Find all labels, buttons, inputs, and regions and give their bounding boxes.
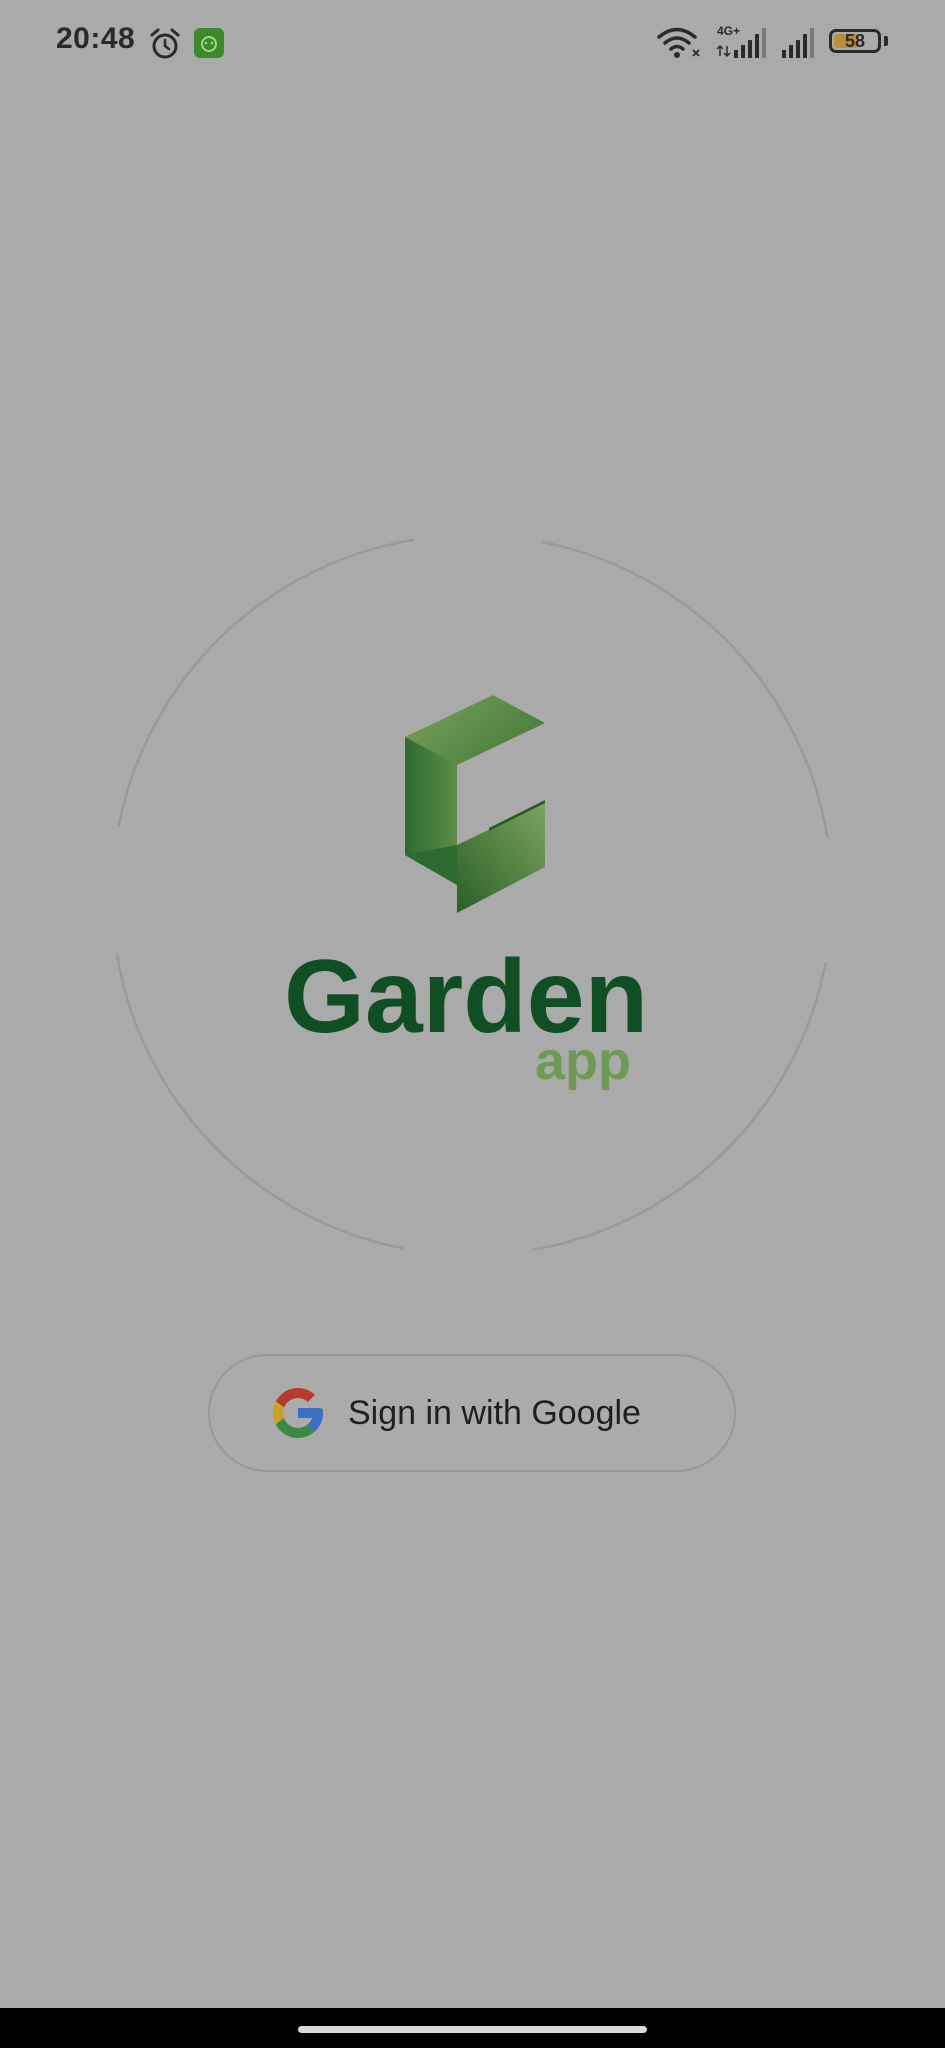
navigation-bar <box>0 2008 945 2048</box>
google-logo-icon <box>273 1388 323 1438</box>
sign-in-label: Sign in with Google <box>348 1394 641 1432</box>
status-time: 20:48 <box>56 22 136 55</box>
cell-signal-icon <box>716 28 766 58</box>
login-screen: 20:48 4G+ 58 Garden app Sign in with Goo… <box>0 0 945 2048</box>
battery-cap <box>884 36 888 46</box>
home-indicator[interactable] <box>298 2026 647 2033</box>
battery-percent: 58 <box>844 31 866 51</box>
cell-signal-icon-2 <box>782 28 814 58</box>
alarm-icon <box>150 28 180 59</box>
app-notification-icon <box>194 28 224 58</box>
sign-in-with-google-button[interactable]: Sign in with Google <box>208 1354 736 1472</box>
garden-logo-mark <box>405 695 545 913</box>
status-bar: 20:48 4G+ 58 <box>0 0 945 88</box>
wifi-icon <box>657 27 700 58</box>
logo-subtitle: app <box>535 1031 632 1091</box>
